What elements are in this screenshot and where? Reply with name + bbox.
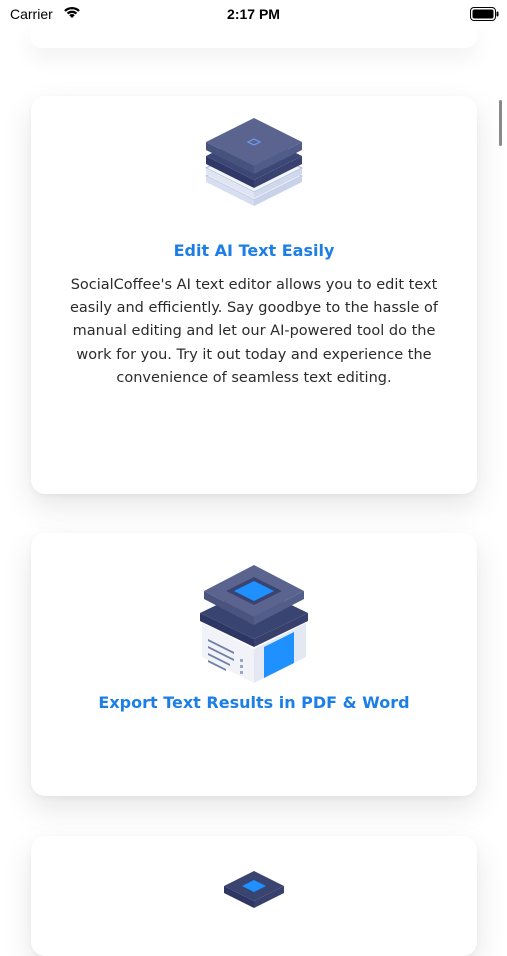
card-description: SocialCoffee's AI text editor allows you… — [69, 277, 439, 386]
feature-card-export: Export Text Results in PDF & Word — [31, 533, 477, 796]
status-bar: Carrier 2:17 PM — [0, 0, 507, 28]
card-title: Export Text Results in PDF & Word — [98, 693, 410, 712]
scrollbar[interactable] — [499, 100, 502, 146]
clock-time: 2:17 PM — [227, 6, 280, 22]
card-title: Edit AI Text Easily — [173, 241, 335, 260]
feature-card-third — [31, 836, 477, 956]
layers-stack-icon — [204, 118, 304, 206]
document-export-icon — [200, 565, 308, 683]
feature-card-edit-text: Edit AI Text Easily SocialCoffee's AI te… — [31, 96, 477, 494]
layers-stack-icon — [224, 871, 284, 908]
battery-icon — [470, 7, 499, 21]
previous-card-bottom — [30, 26, 477, 48]
